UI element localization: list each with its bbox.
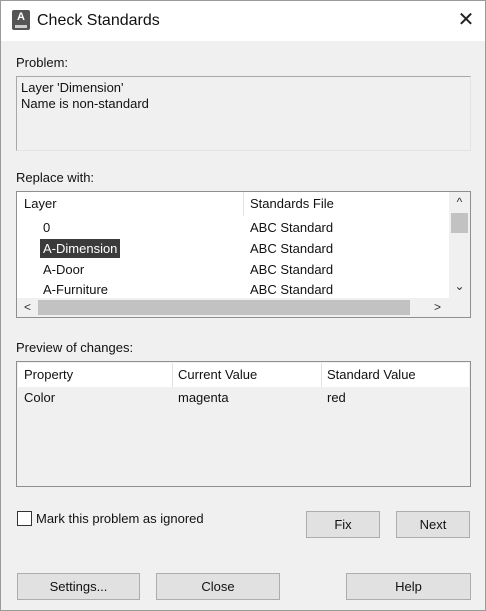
autocad-icon: A [12, 10, 30, 30]
next-button[interactable]: Next [396, 511, 470, 538]
column-divider[interactable] [243, 192, 244, 216]
standards-file-name: ABC Standard [250, 220, 334, 235]
settings-button[interactable]: Settings... [17, 573, 140, 600]
standards-file-name: ABC Standard [250, 262, 334, 277]
column-header-standard-value[interactable]: Standard Value [327, 367, 416, 383]
column-header-layer[interactable]: Layer [24, 196, 57, 212]
fix-button[interactable]: Fix [306, 511, 380, 538]
horizontal-scrollbar[interactable]: < > [17, 298, 449, 317]
scrollbar-thumb[interactable] [451, 213, 468, 233]
title-bar: A Check Standards ✕ [1, 1, 485, 41]
column-divider[interactable] [172, 363, 173, 387]
replace-with-label: Replace with: [16, 170, 95, 185]
list-item-selected[interactable]: A-Dimension ABC Standard [17, 238, 448, 259]
check-standards-dialog: A Check Standards ✕ Problem: Layer 'Dime… [0, 0, 486, 611]
problem-line: Name is non-standard [21, 96, 149, 111]
close-button[interactable]: Close [156, 573, 280, 600]
replace-with-list[interactable]: Layer Standards File 0 ABC Standard A-Di… [16, 191, 471, 318]
list-header: Property Current Value Standard Value [18, 363, 469, 387]
list-item[interactable]: 0 ABC Standard [17, 217, 448, 238]
scroll-down-icon[interactable]: ⌄ [449, 276, 470, 296]
column-header-current-value[interactable]: Current Value [178, 367, 257, 383]
scroll-left-icon[interactable]: < [17, 298, 38, 317]
column-header-standards-file[interactable]: Standards File [250, 196, 334, 212]
current-value-cell: magenta [178, 390, 229, 405]
scroll-up-icon[interactable]: ^ [449, 192, 470, 212]
standard-value-cell: red [327, 390, 346, 405]
layer-name: A-Furniture [43, 282, 109, 297]
problem-label: Problem: [16, 55, 69, 70]
list-item[interactable]: A-Door ABC Standard [17, 259, 448, 280]
vertical-scrollbar[interactable]: ^ ⌄ [449, 192, 470, 299]
preview-of-changes-list[interactable]: Property Current Value Standard Value Co… [16, 361, 471, 487]
scrollbar-corner [449, 298, 470, 317]
dialog-title: Check Standards [37, 12, 160, 29]
layer-name: A-Dimension [40, 239, 121, 258]
layer-name: 0 [43, 220, 51, 235]
column-divider[interactable] [321, 363, 322, 387]
standards-file-name: ABC Standard [250, 241, 334, 256]
preview-label: Preview of changes: [16, 340, 134, 355]
standards-file-name: ABC Standard [250, 282, 334, 297]
layer-name: A-Door [43, 262, 85, 277]
problem-text-box: Layer 'Dimension' Name is non-standard [16, 76, 471, 151]
ignore-problem-checkbox[interactable] [17, 511, 32, 526]
help-button[interactable]: Help [346, 573, 471, 600]
list-header: Layer Standards File [17, 192, 448, 216]
scrollbar-thumb[interactable] [38, 300, 410, 315]
ignore-problem-label[interactable]: Mark this problem as ignored [36, 511, 204, 527]
column-header-property[interactable]: Property [24, 367, 73, 383]
property-cell: Color [24, 390, 56, 405]
scroll-right-icon[interactable]: > [427, 298, 448, 317]
close-icon[interactable]: ✕ [453, 7, 479, 33]
problem-line: Layer 'Dimension' [21, 80, 124, 95]
list-item[interactable]: A-Furniture ABC Standard [17, 279, 448, 298]
